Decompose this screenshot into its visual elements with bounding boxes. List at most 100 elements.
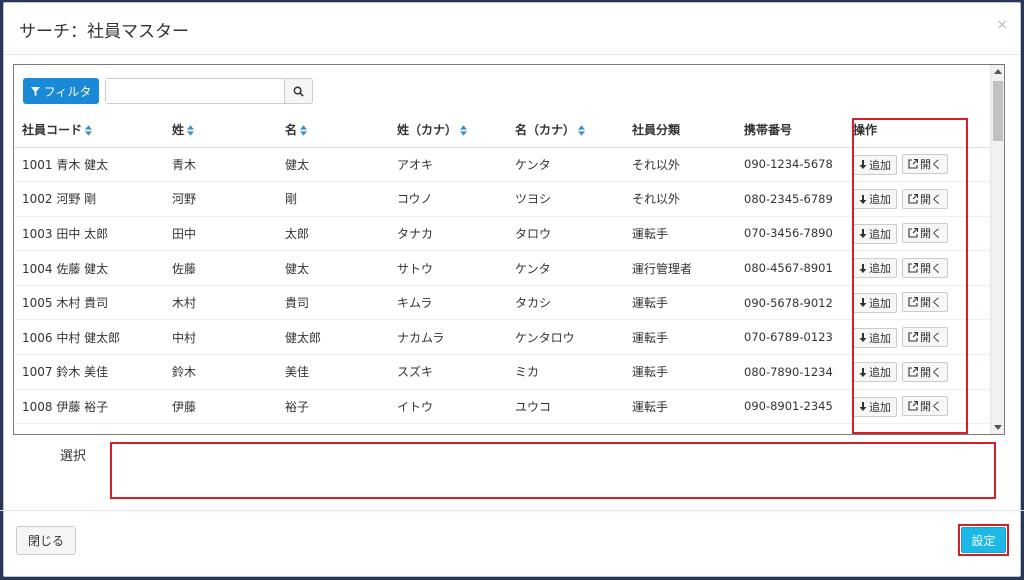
table-cell: ケンタ bbox=[507, 250, 624, 286]
table-cell: スズキ bbox=[389, 354, 507, 390]
open-button-label: 開く bbox=[920, 296, 942, 310]
table-row[interactable]: 1002 河野 剛河野剛コウノ ツヨシ それ以外 080-2345-6789 追加 開く bbox=[14, 181, 990, 217]
column-header-label: 社員分類 bbox=[632, 123, 681, 138]
sort-icon[interactable] bbox=[187, 125, 195, 136]
scroll-up-icon[interactable] bbox=[994, 69, 1002, 74]
scroll-thumb[interactable] bbox=[993, 81, 1003, 141]
table-cell: 伊藤 bbox=[164, 389, 277, 425]
open-button[interactable]: 開く bbox=[902, 223, 948, 244]
table-row[interactable]: 1004 佐藤 健太 佐藤 健太 サトウ ケンタ 運行管理者 080-4567-8901 追加… bbox=[14, 250, 990, 286]
table-cell: 080-4567-8901 bbox=[736, 250, 845, 286]
scrollbar[interactable] bbox=[990, 65, 1004, 434]
table-row[interactable]: 1003 田中 太郎 田中 太郎 タナカ タロウ 運転手 070-3456-7890 追加 開く bbox=[14, 216, 990, 252]
sort-icon[interactable] bbox=[578, 125, 586, 136]
open-button-label: 開く bbox=[920, 400, 942, 414]
open-button-label: 開く bbox=[920, 227, 942, 241]
add-button[interactable]: 追加 bbox=[853, 223, 897, 244]
table-cell: ケンタ bbox=[507, 147, 624, 183]
open-button[interactable]: 開く bbox=[902, 257, 948, 278]
table-cell: 運転手 bbox=[624, 354, 736, 390]
search-icon bbox=[293, 86, 304, 97]
open-button[interactable]: 開く bbox=[902, 396, 948, 417]
search-button[interactable] bbox=[284, 79, 312, 103]
operations-cell: 追加 開く bbox=[845, 250, 990, 286]
table-cell: 中村 bbox=[164, 319, 277, 356]
open-button[interactable]: 開く bbox=[902, 361, 948, 382]
add-button-label: 追加 bbox=[869, 400, 891, 414]
table-cell: 佐藤 bbox=[164, 250, 277, 286]
open-button[interactable]: 開く bbox=[902, 154, 948, 175]
scroll-down-icon[interactable] bbox=[994, 425, 1002, 430]
table-cell: 090-8901-2345 bbox=[736, 389, 845, 425]
operations-cell: 追加 開く bbox=[845, 285, 990, 321]
operations-cell: 追加 開く bbox=[845, 389, 990, 425]
table-cell: それ以外 bbox=[624, 147, 736, 183]
add-button-label: 追加 bbox=[869, 193, 891, 207]
external-link-icon bbox=[908, 297, 918, 307]
column-header[interactable]: 姓 bbox=[164, 113, 277, 148]
employee-panel: フィルタ 社員コード 姓 名 姓（カナ） 名（カナ） 社員分類 携帯番号 操作 1001 青木… bbox=[13, 64, 1005, 435]
open-button[interactable]: 開く bbox=[902, 188, 948, 209]
table-row[interactable]: 1001 青木 健太 青木 健太 アオキ ケンタ それ以外 090-1234-5678 追加 開… bbox=[14, 147, 990, 183]
set-button[interactable]: 設定 bbox=[961, 527, 1006, 553]
add-button-label: 追加 bbox=[869, 262, 891, 276]
external-link-icon bbox=[908, 366, 918, 377]
column-header[interactable]: 名 bbox=[277, 113, 389, 148]
table-cell: アオキ bbox=[389, 147, 507, 183]
add-button[interactable]: 追加 bbox=[853, 258, 897, 279]
add-button-label: 追加 bbox=[869, 366, 891, 380]
column-header[interactable]: 社員コード bbox=[14, 113, 164, 148]
add-button[interactable]: 追加 bbox=[853, 362, 897, 383]
table-row[interactable]: 1005 木村 貴司 木村 貴司 キムラ タカシ 運転手 090-5678-9012 追加 開く bbox=[14, 285, 990, 321]
add-button[interactable]: 追加 bbox=[853, 292, 897, 313]
sort-icon[interactable] bbox=[460, 125, 468, 136]
open-button[interactable]: 開く bbox=[902, 292, 948, 313]
filter-button[interactable]: フィルタ bbox=[23, 78, 99, 104]
table-header-row: 社員コード 姓 名 姓（カナ） 名（カナ） 社員分類 携帯番号 操作 bbox=[14, 113, 990, 148]
sort-icon[interactable] bbox=[300, 125, 308, 136]
table-row[interactable]: 1007 鈴木 美佳 鈴木 美佳 スズキ ミカ 運転手 080-7890-1234 追加 開く bbox=[14, 354, 990, 390]
add-button-label: 追加 bbox=[869, 331, 891, 345]
add-button[interactable]: 追加 bbox=[853, 396, 897, 417]
table-cell: 080-2345-6789 bbox=[736, 181, 845, 217]
table-cell: ユウコ bbox=[507, 389, 624, 425]
table-cell: 1005 木村 貴司 bbox=[14, 285, 164, 321]
table-row[interactable]: 1006 中村 健太郎 中村 健太郎 ナカムラ ケンタロウ 運転手 070-6789-012… bbox=[14, 319, 990, 356]
table-cell: 青木 bbox=[164, 147, 277, 183]
arrow-down-icon bbox=[859, 402, 867, 412]
table-cell: 剛 bbox=[277, 181, 389, 217]
column-header-label: 名（カナ） bbox=[515, 123, 576, 138]
table-cell: 裕子 bbox=[277, 389, 389, 425]
open-button[interactable]: 開く bbox=[902, 327, 948, 348]
table-cell: 070-3456-7890 bbox=[736, 216, 845, 252]
arrow-down-icon bbox=[859, 194, 867, 204]
table-cell: 090-1234-5678 bbox=[736, 147, 845, 183]
add-button-label: 追加 bbox=[869, 158, 891, 172]
table-row[interactable]: 1008 伊藤 裕子 伊藤 裕子 イトウ ユウコ 運転手 090-8901-2345 追加 開く bbox=[14, 389, 990, 425]
open-button-label: 開く bbox=[920, 365, 942, 379]
table-cell: 090-5678-9012 bbox=[736, 285, 845, 321]
table-cell: 運転手 bbox=[624, 319, 736, 356]
filter-icon bbox=[30, 86, 40, 96]
external-link-icon bbox=[908, 262, 918, 273]
search-input[interactable] bbox=[106, 79, 284, 103]
sort-icon[interactable] bbox=[85, 125, 93, 136]
table-cell: 1003 田中 太郎 bbox=[14, 216, 164, 252]
table-cell: コウノ bbox=[389, 181, 507, 217]
add-button[interactable]: 追加 bbox=[853, 327, 897, 348]
close-icon[interactable]: × bbox=[996, 17, 1008, 33]
arrow-down-icon bbox=[859, 333, 867, 343]
column-header[interactable]: 姓（カナ） bbox=[389, 113, 507, 148]
table-cell: それ以外 bbox=[624, 181, 736, 217]
add-button[interactable]: 追加 bbox=[853, 189, 897, 210]
add-button[interactable]: 追加 bbox=[853, 154, 897, 175]
column-header[interactable]: 名（カナ） bbox=[507, 113, 624, 148]
table-cell: サトウ bbox=[389, 250, 507, 286]
filter-button-label: フィルタ bbox=[43, 84, 92, 99]
table-cell: 1004 佐藤 健太 bbox=[14, 250, 164, 286]
arrow-down-icon bbox=[859, 298, 867, 308]
table-cell: 田中 bbox=[164, 216, 277, 252]
close-button[interactable]: 閉じる bbox=[16, 526, 76, 555]
table-cell: 070-6789-0123 bbox=[736, 319, 845, 356]
selection-field[interactable] bbox=[110, 442, 996, 499]
